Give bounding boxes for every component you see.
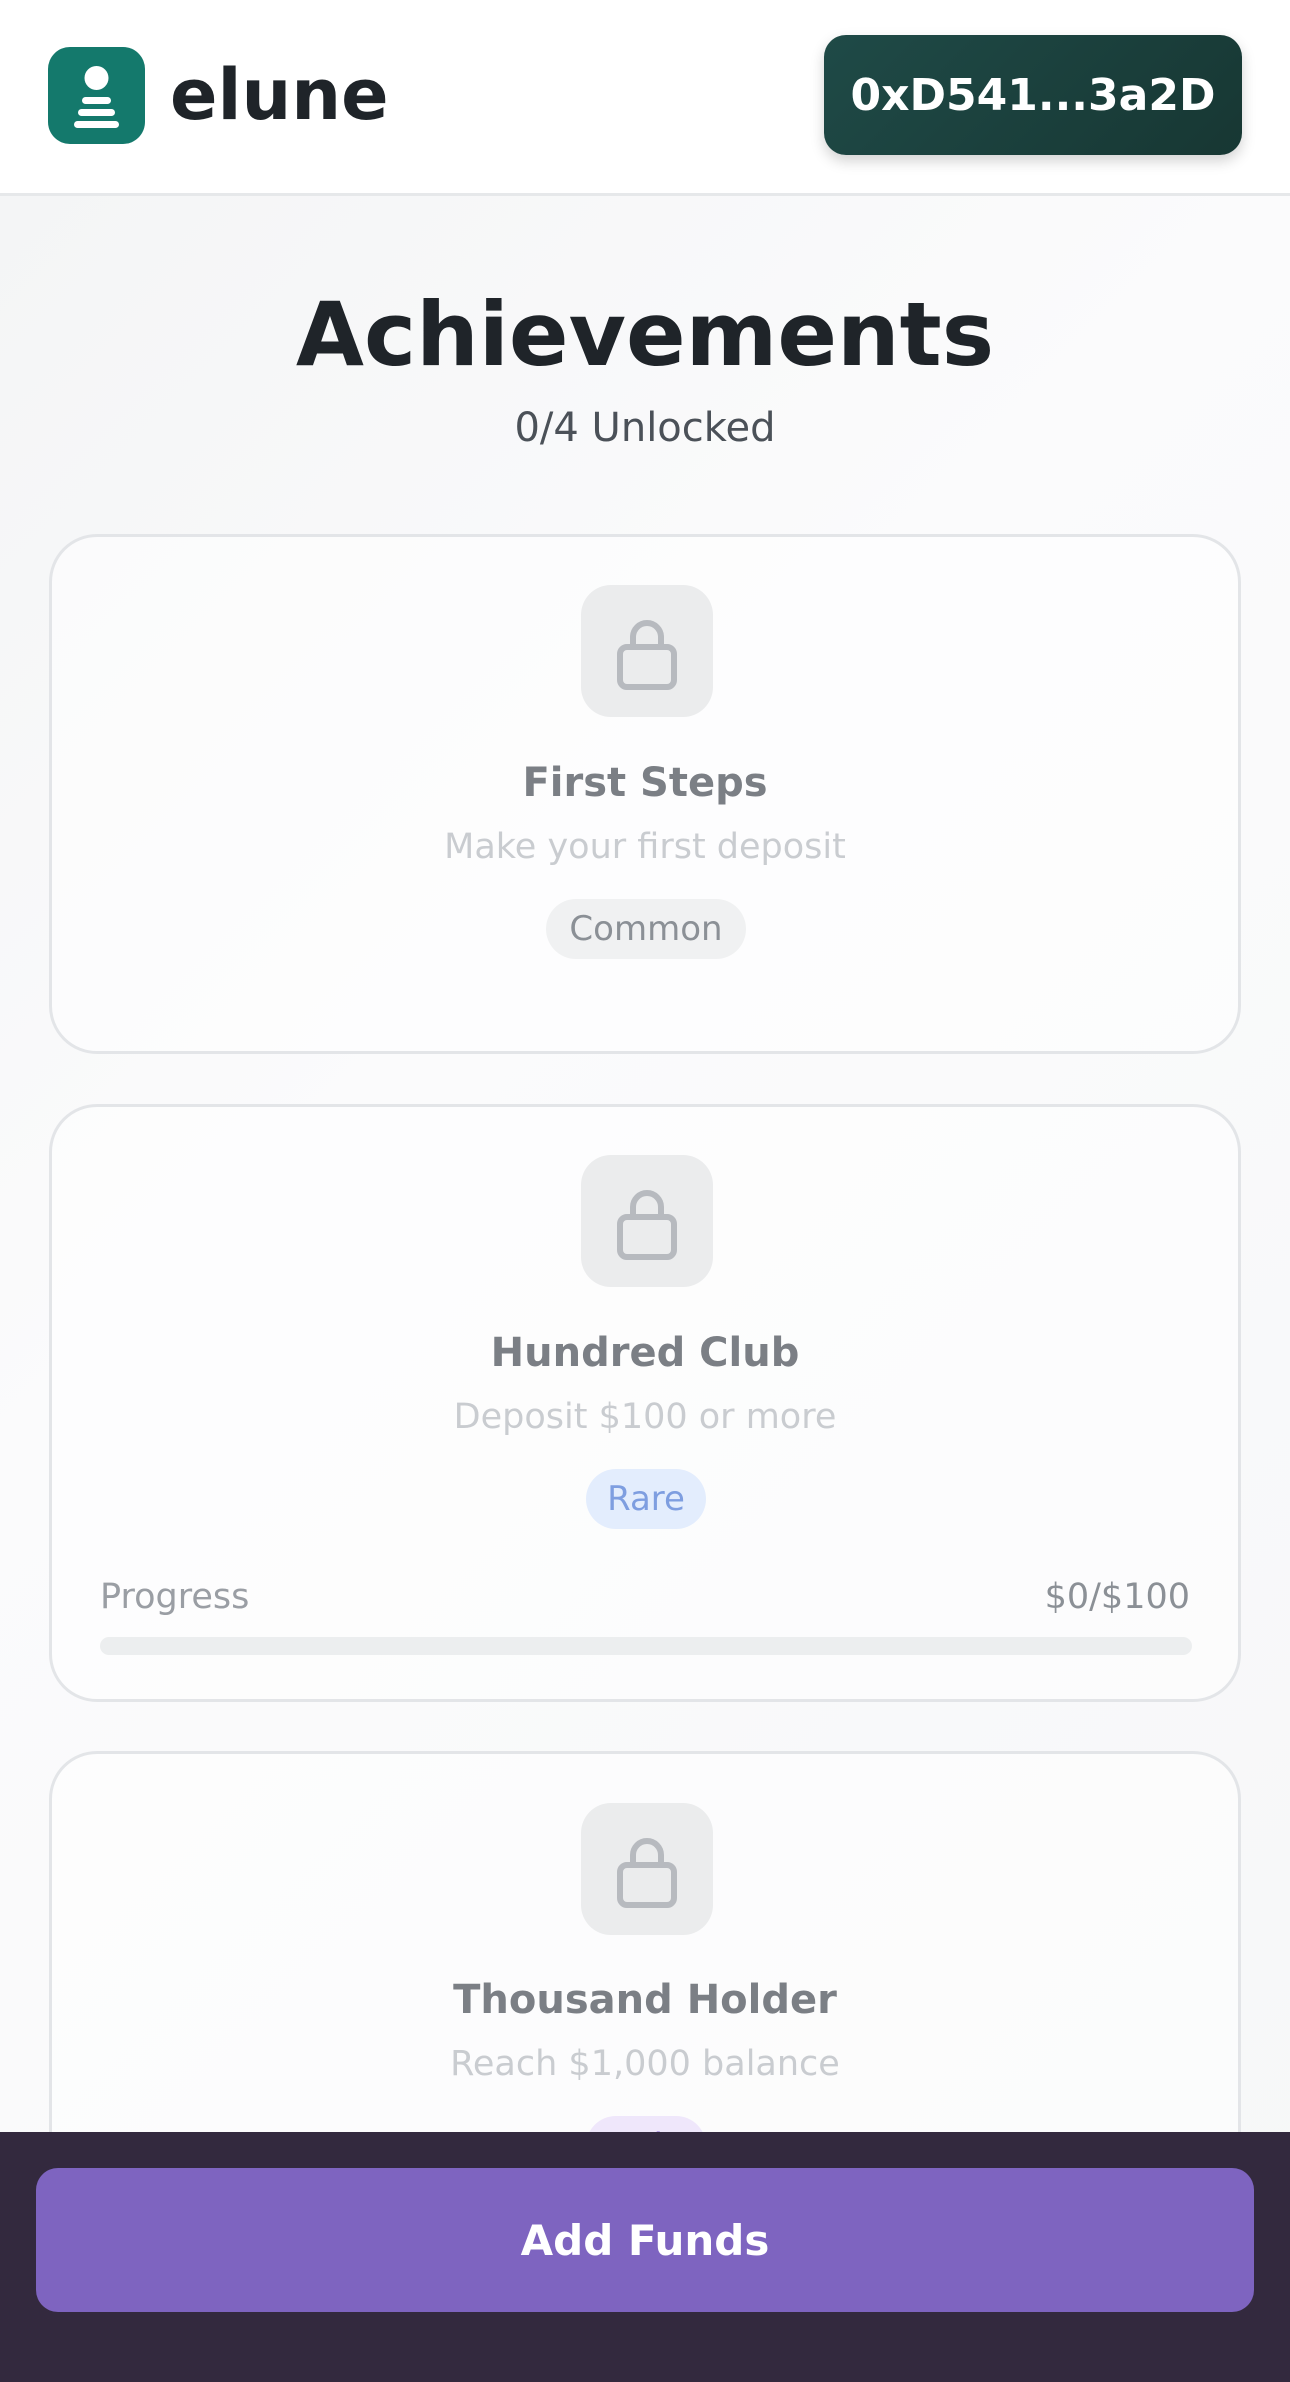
add-funds-button[interactable]: Add Funds	[36, 2168, 1254, 2312]
progress-label: Progress	[100, 1577, 250, 1617]
progress-bar	[100, 1637, 1192, 1655]
rarity-badge: Rare	[586, 1469, 706, 1529]
achievement-card-hundred-club[interactable]: Hundred Club Deposit $100 or more Rare P…	[49, 1104, 1241, 1702]
achievement-description: Make your first deposit	[444, 827, 846, 867]
page-title: Achievements	[295, 283, 995, 386]
achievement-description: Reach $1,000 balance	[450, 2044, 840, 2084]
lock-icon	[581, 1803, 713, 1935]
achievement-description: Deposit $100 or more	[453, 1397, 837, 1437]
achievement-title: Thousand Holder	[453, 1977, 837, 2023]
achievement-title: First Steps	[522, 760, 768, 806]
lock-icon	[581, 1155, 713, 1287]
progress-value: $0/$100	[1044, 1577, 1190, 1617]
bottom-action-bar: Add Funds	[0, 2132, 1290, 2382]
achievement-card-first-steps[interactable]: First Steps Make your first deposit Comm…	[49, 534, 1241, 1054]
page: elune 0xD541...3a2D Achievements 0/4 Unl…	[0, 0, 1290, 2382]
rarity-badge: Common	[546, 899, 746, 959]
lock-icon	[581, 585, 713, 717]
coin-stack-icon[interactable]	[48, 47, 145, 144]
achievement-title: Hundred Club	[490, 1330, 800, 1376]
brand-name[interactable]: elune	[170, 52, 389, 138]
wallet-address-button[interactable]: 0xD541...3a2D	[824, 35, 1242, 155]
app-header: elune 0xD541...3a2D	[0, 0, 1290, 196]
unlocked-count: 0/4 Unlocked	[514, 405, 776, 451]
